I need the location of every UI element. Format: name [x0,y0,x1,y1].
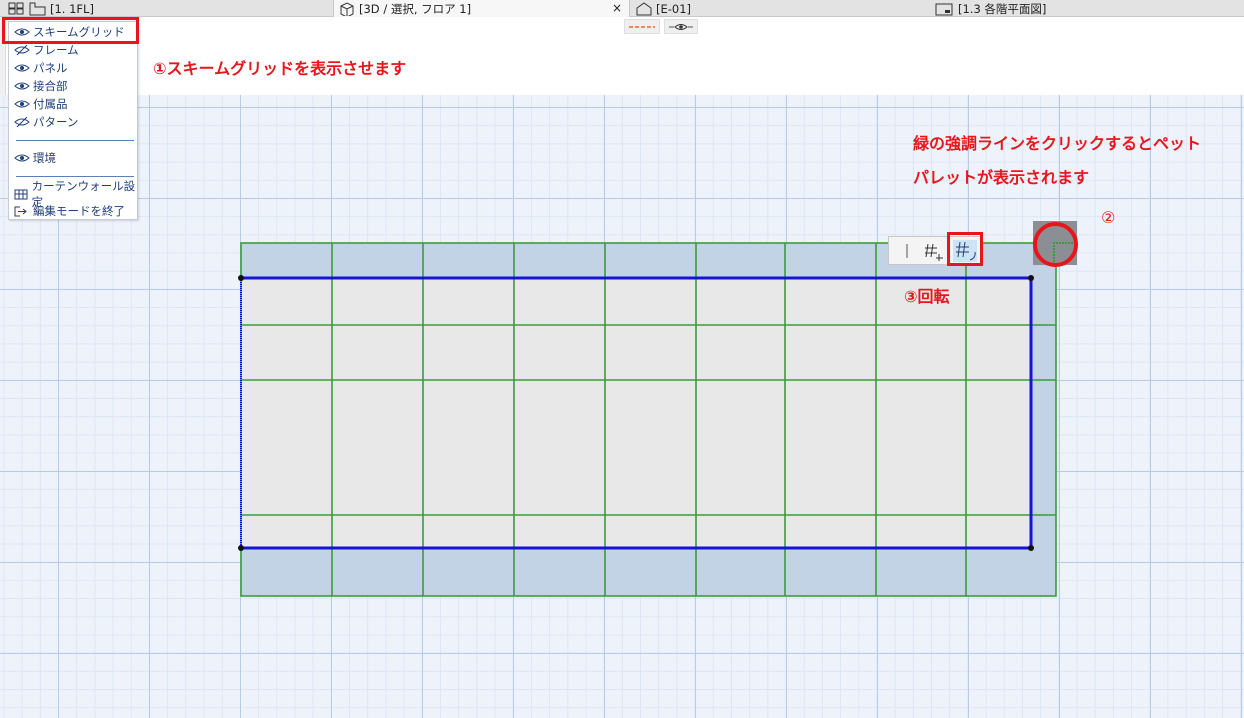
eye-icon [14,98,30,110]
boundary-node[interactable] [238,275,244,281]
menu-item-label: パターン [33,115,79,129]
annotation-step1: ①スキームグリッドを表示させます [153,59,407,78]
boundary-node[interactable] [1028,275,1034,281]
menu-item-environment[interactable]: 環境 [14,150,56,166]
menu-item-label: パネル [33,61,68,75]
eye-hidden-icon [14,44,30,56]
menu-item-accessory[interactable]: 付属品 [14,96,68,112]
menu-item-exit-edit-mode[interactable]: 編集モードを終了 [14,203,125,219]
menu-item-label: 編集モードを終了 [33,204,125,218]
annotation-step2-line1: 緑の強調ラインをクリックするとペット [913,134,1202,153]
menu-separator [16,176,134,177]
menu-item-label: 環境 [33,151,56,165]
menu-separator [16,140,134,141]
palette-divider-icon [906,244,908,258]
eye-icon [14,80,30,92]
curtain-wall-display-menu: スキームグリッド フレーム パネル 接合部 付属品 パターン 環境 カーテンウォ… [8,21,138,220]
eye-icon [14,62,30,74]
exit-edit-mode-icon [14,205,30,217]
curtain-wall-drawing[interactable] [0,0,1244,718]
curtain-wall-interior[interactable] [241,278,1031,548]
menu-item-frame[interactable]: フレーム [14,42,79,58]
panel-band-bottom[interactable] [241,548,1056,596]
menu-item-label: フレーム [33,43,79,57]
menu-item-pattern[interactable]: パターン [14,114,78,130]
eye-hidden-icon [14,116,30,128]
rotate-highlight-box [947,232,983,266]
menu-item-label: 接合部 [33,79,68,93]
menu-item-label: 付属品 [33,97,68,111]
annotation-step3: ③回転 [904,287,950,306]
panel-band-right[interactable] [1031,278,1056,548]
menu-item-curtain-wall-settings[interactable]: カーテンウォール設定 [14,179,137,209]
curtain-wall-settings-icon [14,188,29,200]
scheme-grid-highlight-box [2,17,139,44]
highlight-circle [1033,222,1078,267]
move-grid-icon[interactable] [922,240,946,262]
annotation-step2-line2: パレットが表示されます [913,168,1090,187]
boundary-node[interactable] [238,545,244,551]
eye-icon [14,152,30,164]
menu-item-junction[interactable]: 接合部 [14,78,68,94]
annotation-step2-marker: ② [1101,208,1116,227]
menu-item-panel[interactable]: パネル [14,60,68,76]
boundary-node[interactable] [1028,545,1034,551]
